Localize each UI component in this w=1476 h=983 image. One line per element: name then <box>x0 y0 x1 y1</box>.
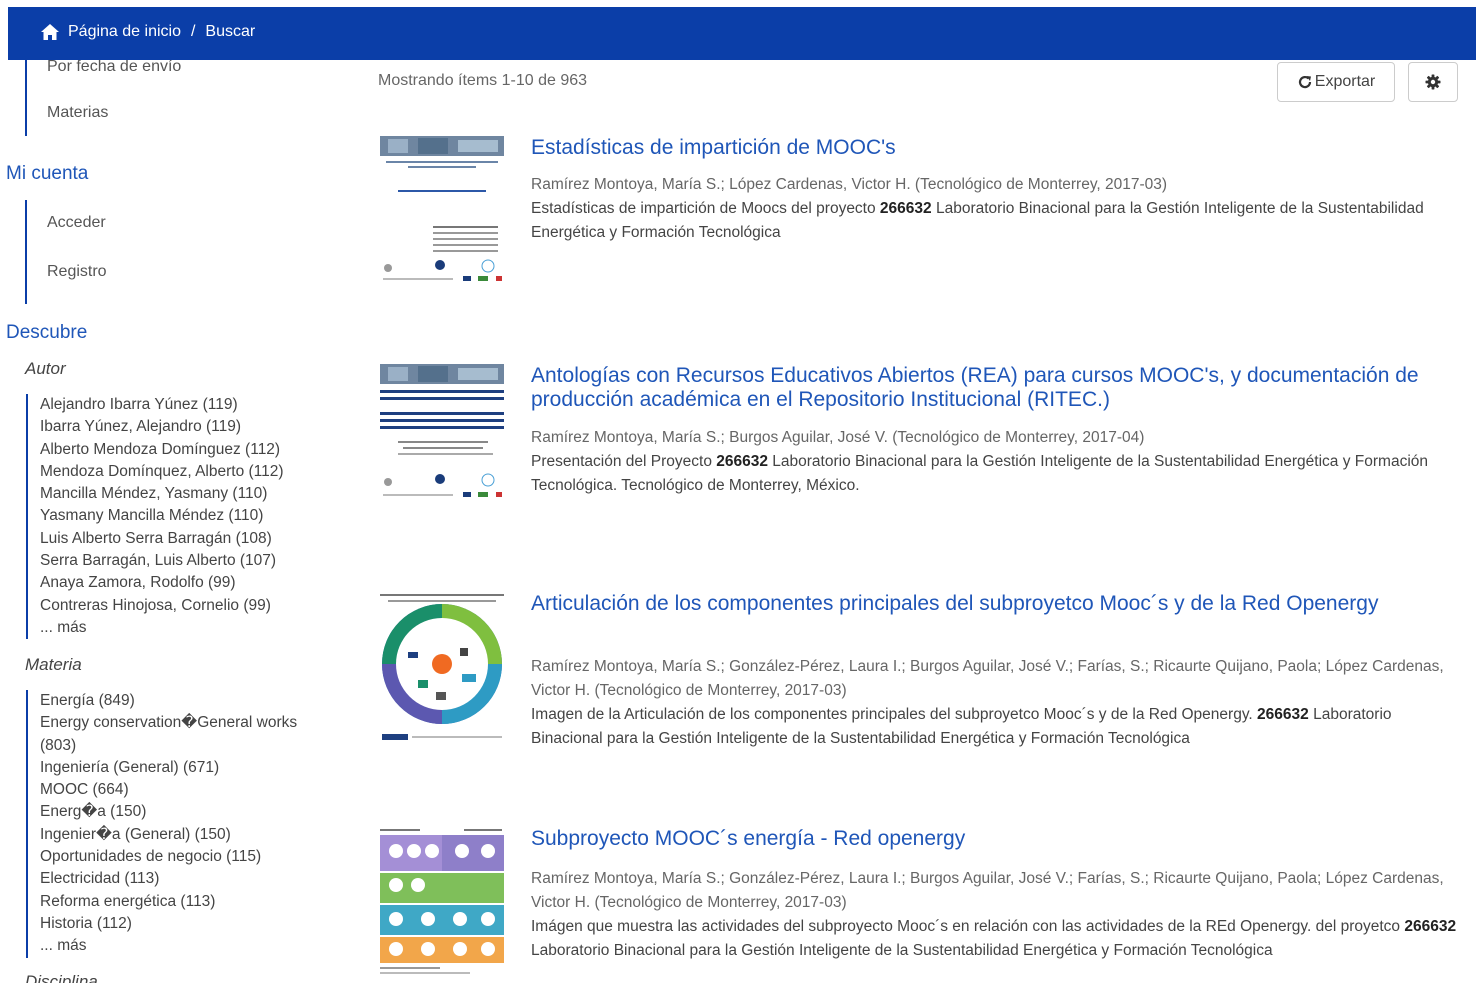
facet-item[interactable]: Energía (849) <box>40 690 300 712</box>
account-heading: Mi cuenta <box>6 163 89 184</box>
breadcrumb-home-link[interactable]: Página de inicio <box>68 23 181 41</box>
result-thumbnail[interactable] <box>378 364 506 514</box>
breadcrumb-separator: / <box>190 23 196 40</box>
results-count: Mostrando ítems 1-10 de 963 <box>378 72 588 89</box>
discover-heading: Descubre <box>6 322 88 343</box>
abstract-highlight: 266632 <box>1257 706 1309 723</box>
export-label: Exportar <box>1314 73 1376 90</box>
facet-item[interactable]: Energ�a (150) <box>40 801 300 823</box>
result-thumbnail[interactable] <box>378 827 506 977</box>
gear-icon <box>1425 74 1441 90</box>
result-authors: Ramírez Montoya, María S.; Burgos Aguila… <box>531 429 1145 446</box>
result-authors: Ramírez Montoya, María S.; López Cardena… <box>531 176 1168 193</box>
facet-item[interactable]: Alejandro Ibarra Yúnez (119) <box>40 394 284 416</box>
facet-item[interactable]: Mendoza Domínquez, Alberto (112) <box>40 461 284 483</box>
facet-item[interactable]: Alberto Mendoza Domínguez (112) <box>40 439 284 461</box>
facet-title-autor: Autor <box>25 359 66 378</box>
result-title-link[interactable]: Estadísticas de impartición de MOOC's <box>531 136 1461 160</box>
result-abstract: Presentación del Proyecto 266632 Laborat… <box>531 450 1461 498</box>
abstract-text: Estadísticas de impartición de Moocs del… <box>531 200 880 217</box>
result-authors: Ramírez Montoya, María S.; González-Pére… <box>531 658 1444 699</box>
facet-list-autor: Alejandro Ibarra Yúnez (119) Ibarra Yúne… <box>26 394 284 640</box>
facet-item[interactable]: Electricidad (113) <box>40 868 300 890</box>
sidebar-item-register[interactable]: Registro <box>47 263 107 281</box>
facet-item[interactable]: Contreras Hinojosa, Cornelio (99) <box>40 595 284 617</box>
result-abstract: Estadísticas de impartición de Moocs del… <box>531 197 1461 245</box>
result-authors: Ramírez Montoya, María S.; González-Pére… <box>531 870 1444 911</box>
results-area: Mostrando ítems 1-10 de 963 Exportar Est… <box>378 60 1476 983</box>
facet-item[interactable]: Ibarra Yúnez, Alejandro (119) <box>40 416 284 438</box>
result-title-link[interactable]: Articulación de los componentes principa… <box>531 592 1461 616</box>
facet-more-link[interactable]: ... más <box>40 935 300 957</box>
facet-item[interactable]: Mancilla Méndez, Yasmany (110) <box>40 483 284 505</box>
facet-item[interactable]: Yasmany Mancilla Méndez (110) <box>40 505 284 527</box>
facet-item[interactable]: Oportunidades de negocio (115) <box>40 846 300 868</box>
facet-item[interactable]: Luis Alberto Serra Barragán (108) <box>40 528 284 550</box>
abstract-text: Laboratorio Binacional para la Gestión I… <box>531 942 1273 959</box>
abstract-text: Imagen de la Articulación de los compone… <box>531 706 1258 723</box>
facet-item[interactable]: Ingeniería (General) (671) <box>40 757 300 779</box>
result-abstract: Imagen de la Articulación de los compone… <box>531 703 1461 751</box>
facet-item[interactable]: Anaya Zamora, Rodolfo (99) <box>40 572 284 594</box>
result-title-link[interactable]: Subproyecto MOOC´s energía - Red openerg… <box>531 827 1461 851</box>
facet-item[interactable]: Reforma energética (113) <box>40 891 300 913</box>
top-nav-bar: Página de inicio / Buscar <box>8 7 1476 60</box>
refresh-icon <box>1298 75 1311 89</box>
facet-list-materia: Energía (849) Energy conservation�Genera… <box>26 690 300 958</box>
result-title-link[interactable]: Antologías con Recursos Educativos Abier… <box>531 364 1461 412</box>
breadcrumb-current: Buscar <box>205 23 256 40</box>
facet-item[interactable]: Energy conservation�General works (803) <box>40 712 300 757</box>
facet-item[interactable]: MOOC (664) <box>40 779 300 801</box>
facet-more-link[interactable]: ... más <box>40 617 284 639</box>
sidebar-item-login[interactable]: Acceder <box>47 214 106 232</box>
facet-title-disciplina: Disciplina <box>25 972 98 983</box>
result-abstract: Imágen que muestra las actividades del s… <box>531 915 1461 963</box>
sidebar-item-fecha-envio[interactable]: Por fecha de envío <box>47 60 181 76</box>
facet-item[interactable]: Serra Barragán, Luis Alberto (107) <box>40 550 284 572</box>
facet-item[interactable]: Historia (112) <box>40 913 300 935</box>
sidebar: Por fecha de envío Materias Mi cuenta Ac… <box>0 60 340 983</box>
abstract-highlight: 266632 <box>879 200 932 217</box>
breadcrumb: Página de inicio / Buscar <box>40 23 255 41</box>
abstract-highlight: 266632 <box>1404 918 1457 935</box>
facet-item[interactable]: Ingenier�a (General) (150) <box>40 824 300 846</box>
sidebar-item-materias[interactable]: Materias <box>47 104 108 122</box>
abstract-text: Imágen que muestra las actividades del s… <box>531 918 1405 935</box>
export-button[interactable]: Exportar <box>1277 62 1395 102</box>
result-thumbnail[interactable] <box>378 136 506 286</box>
settings-button[interactable] <box>1408 62 1458 102</box>
facet-title-materia: Materia <box>25 655 82 674</box>
abstract-text: Presentación del Proyecto <box>531 453 717 470</box>
abstract-highlight: 266632 <box>716 453 768 470</box>
home-icon[interactable] <box>40 23 60 41</box>
browse-group <box>25 60 27 136</box>
account-group <box>25 200 27 304</box>
result-thumbnail[interactable] <box>378 592 506 742</box>
